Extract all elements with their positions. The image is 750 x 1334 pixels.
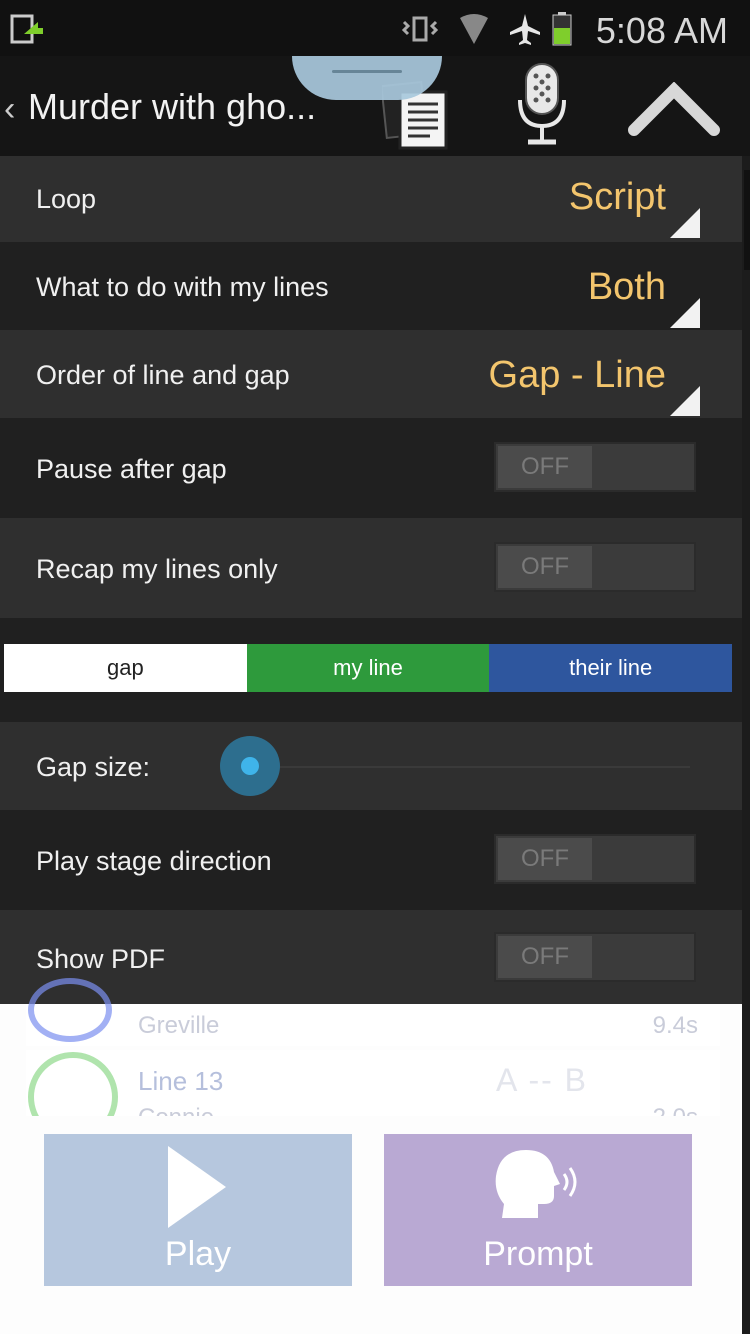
avatar [28, 978, 112, 1042]
ab-marker: A -- B [496, 1062, 589, 1098]
gap-size-slider-thumb[interactable] [220, 736, 280, 796]
line-title: Line 13 [138, 1066, 224, 1096]
dropdown-corner-icon [670, 298, 700, 328]
line-list-area: Greville 9.4s Line 13 Connie 2.0s A -- B… [0, 978, 742, 1334]
collapse-up-icon[interactable] [628, 82, 720, 136]
setting-recap: Recap my lines only OFF [0, 518, 742, 618]
dropdown-corner-icon [670, 386, 700, 416]
setting-label: Gap size: [36, 752, 151, 782]
setting-label: Recap my lines only [36, 554, 278, 584]
recap-toggle[interactable]: OFF [494, 542, 696, 592]
setting-label: What to do with my lines [36, 272, 329, 302]
play-label: Play [164, 1235, 232, 1273]
play-button[interactable]: Play [44, 1134, 352, 1286]
battery-icon [552, 12, 572, 46]
speaking-head-icon [495, 1150, 577, 1218]
stage-direction-toggle[interactable]: OFF [494, 834, 696, 884]
list-item[interactable]: Greville 9.4s [26, 978, 720, 1046]
toggle-knob: OFF [498, 936, 592, 978]
wifi-icon [460, 14, 488, 44]
color-legend: gap my line their line [0, 618, 742, 722]
setting-label: Pause after gap [36, 454, 227, 484]
loop-dropdown-value[interactable]: Script [569, 176, 666, 219]
toggle-knob: OFF [498, 446, 592, 488]
setting-label: Play stage direction [36, 846, 272, 876]
airplane-mode-icon [510, 14, 540, 45]
line-duration: 2.0s [653, 1104, 698, 1116]
legend-my-line: my line [246, 644, 490, 692]
setting-label: Loop [36, 184, 97, 214]
play-icon [168, 1146, 226, 1228]
status-bar: 5:08 AM [0, 0, 750, 56]
speaker-name: Greville [138, 1012, 220, 1039]
toggle-knob: OFF [498, 838, 592, 880]
setting-label: Show PDF [36, 944, 166, 974]
pull-down-handle[interactable] [292, 56, 442, 100]
legend-gap: gap [4, 644, 247, 692]
dropdown-corner-icon [670, 208, 700, 238]
setting-show-pdf: Show PDF OFF [0, 910, 742, 1004]
show-pdf-toggle[interactable]: OFF [494, 932, 696, 982]
pause-after-gap-toggle[interactable]: OFF [494, 442, 696, 492]
setting-gap-size: Gap size: [0, 722, 742, 810]
my-lines-dropdown-value[interactable]: Both [588, 266, 666, 309]
script-title[interactable]: Murder with gho... [28, 86, 316, 128]
setting-pause-after-gap: Pause after gap OFF [0, 418, 742, 518]
vibrate-icon [401, 16, 439, 42]
setting-stage-direction: Play stage direction OFF [0, 810, 742, 910]
setting-loop[interactable]: Loop Script [0, 156, 742, 242]
microphone-icon[interactable] [512, 60, 572, 152]
avatar [28, 1052, 118, 1116]
prompt-button[interactable]: Prompt [384, 1134, 692, 1286]
screenshot-notification-icon [10, 14, 43, 44]
scroll-indicator [744, 170, 750, 270]
list-item[interactable]: Line 13 Connie 2.0s A -- B [26, 1050, 720, 1116]
gap-size-slider-track[interactable] [250, 766, 690, 768]
setting-my-lines[interactable]: What to do with my lines Both [0, 242, 742, 330]
speaker-name: Connie [138, 1104, 214, 1116]
prompt-label: Prompt [483, 1235, 593, 1273]
setting-label: Order of line and gap [36, 360, 290, 390]
order-dropdown-value[interactable]: Gap - Line [489, 354, 666, 397]
back-chevron-icon[interactable]: ‹ [4, 90, 15, 129]
action-bar: ‹ Murder with gho... [0, 56, 750, 156]
setting-order[interactable]: Order of line and gap Gap - Line [0, 330, 742, 418]
legend-their-line: their line [489, 644, 733, 692]
toggle-knob: OFF [498, 546, 592, 588]
line-duration: 9.4s [652, 1012, 698, 1039]
clock-time: 5:08 AM [595, 10, 728, 51]
